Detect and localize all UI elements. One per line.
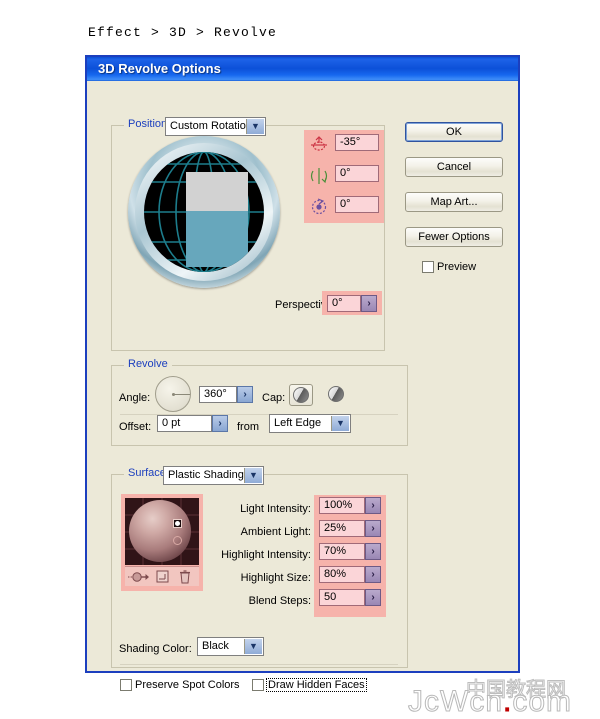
draw-hidden-faces-row[interactable]: Draw Hidden Faces (252, 678, 367, 692)
light-intensity-field[interactable]: 100% (319, 497, 365, 514)
surface-row-label-2: Highlight Intensity: (221, 549, 311, 561)
angle-dial[interactable] (155, 376, 191, 412)
ambient-light-spinner[interactable]: › (365, 520, 381, 537)
map-art-button[interactable]: Map Art... (405, 192, 503, 212)
light-handle-inactive[interactable] (173, 536, 182, 545)
shading-color-value: Black (202, 640, 229, 652)
draw-hidden-faces-checkbox[interactable] (252, 679, 264, 691)
watermark-domain-b: com (512, 685, 573, 719)
surface-shading-select[interactable]: Plastic Shading ▼ (163, 466, 264, 485)
rotate-z-icon (311, 198, 327, 215)
dialog-title: 3D Revolve Options (98, 61, 221, 76)
dialog-body: OK Cancel Map Art... Fewer Options Previ… (87, 81, 518, 692)
offset-spinner[interactable]: › (212, 415, 228, 432)
offset-from-select[interactable]: Left Edge ▼ (269, 414, 351, 433)
highlight-intensity-field[interactable]: 70% (319, 543, 365, 560)
cap-solid-icon (293, 387, 309, 403)
duplicate-light-icon[interactable] (156, 570, 169, 583)
preview-checkbox[interactable] (422, 261, 434, 273)
chevron-down-icon[interactable]: ▼ (244, 639, 262, 654)
angle-dial-arm (173, 394, 190, 395)
highlight-size-spinner[interactable]: › (365, 566, 381, 583)
chevron-down-icon[interactable]: ▼ (244, 468, 262, 483)
angle-spinner[interactable]: › (237, 386, 253, 403)
rotate-y-icon (310, 168, 328, 184)
cancel-button[interactable]: Cancel (405, 157, 503, 177)
light-handle-active[interactable] (173, 519, 182, 528)
highlight-size-field[interactable]: 80% (319, 566, 365, 583)
offset-field[interactable]: 0 pt (157, 415, 212, 432)
blend-steps-spinner[interactable]: › (365, 589, 381, 606)
delete-light-icon[interactable] (178, 569, 192, 584)
surface-row-label-4: Blend Steps: (248, 595, 311, 607)
draw-hidden-faces-label: Draw Hidden Faces (266, 678, 367, 692)
watermark-dot: . (502, 685, 513, 719)
offset-label: Offset: (119, 421, 152, 433)
light-intensity-spinner[interactable]: › (365, 497, 381, 514)
angle-field[interactable]: 360° (199, 386, 237, 403)
dialog-window: 3D Revolve Options OK Cancel Map Art... … (85, 55, 520, 692)
preserve-spot-colors-checkbox[interactable] (120, 679, 132, 691)
track-globe[interactable] (144, 152, 264, 272)
preserve-spot-colors-label: Preserve Spot Colors (135, 679, 240, 691)
light-toolbar (125, 566, 199, 586)
chevron-down-icon[interactable]: ▼ (246, 119, 264, 134)
light-sphere-ball (129, 500, 191, 562)
preview-checkbox-row[interactable]: Preview (422, 261, 476, 273)
new-light-icon[interactable] (128, 570, 150, 583)
surface-divider (120, 664, 398, 665)
preview-label: Preview (437, 261, 477, 273)
shading-color-select[interactable]: Black ▼ (197, 637, 264, 656)
watermark-domain-a: JcWcn (408, 685, 503, 719)
rotation-track-widget[interactable] (128, 136, 280, 288)
watermark: 中国教程网 JcWcn.com (408, 675, 594, 719)
watermark-domain: JcWcn.com (408, 685, 572, 719)
position-select[interactable]: Custom Rotation ▼ (165, 117, 266, 136)
cap-hollow-icon[interactable] (328, 386, 344, 402)
rotate-x-field[interactable]: -35° (335, 134, 379, 151)
rotate-x-icon (311, 136, 327, 151)
cap-solid-button[interactable] (289, 384, 313, 406)
light-sphere-panel[interactable] (121, 494, 203, 591)
perspective-spinner[interactable]: › (361, 295, 377, 312)
surface-shading-value: Plastic Shading (168, 469, 244, 481)
angle-label: Angle: (119, 392, 151, 404)
surface-row-label-3: Highlight Size: (240, 572, 311, 584)
ambient-light-field[interactable]: 25% (319, 520, 365, 537)
breadcrumb: Effect > 3D > Revolve (88, 25, 278, 40)
fewer-options-button[interactable]: Fewer Options (405, 227, 503, 247)
offset-from-value: Left Edge (274, 417, 322, 429)
position-select-value: Custom Rotation (170, 120, 252, 132)
shading-color-label: Shading Color: (119, 643, 192, 655)
surface-row-label-1: Ambient Light: (240, 526, 311, 538)
chevron-down-icon[interactable]: ▼ (331, 416, 349, 431)
cap-label: Cap: (262, 392, 286, 404)
preserve-spot-colors-row[interactable]: Preserve Spot Colors (120, 679, 240, 691)
rotate-z-field[interactable]: 0° (335, 196, 379, 213)
revolve-group-label: Revolve (124, 358, 172, 370)
revolve-group: Revolve (111, 358, 408, 446)
surface-row-label-0: Light Intensity: (240, 503, 311, 515)
ok-button[interactable]: OK (405, 122, 503, 142)
artwork-silhouette (186, 172, 248, 267)
blend-steps-field[interactable]: 50 (319, 589, 365, 606)
rotate-y-field[interactable]: 0° (335, 165, 379, 182)
offset-from-label: from (237, 421, 259, 433)
perspective-field[interactable]: 0° (327, 295, 361, 312)
highlight-intensity-spinner[interactable]: › (365, 543, 381, 560)
dialog-titlebar[interactable]: 3D Revolve Options (85, 55, 520, 81)
